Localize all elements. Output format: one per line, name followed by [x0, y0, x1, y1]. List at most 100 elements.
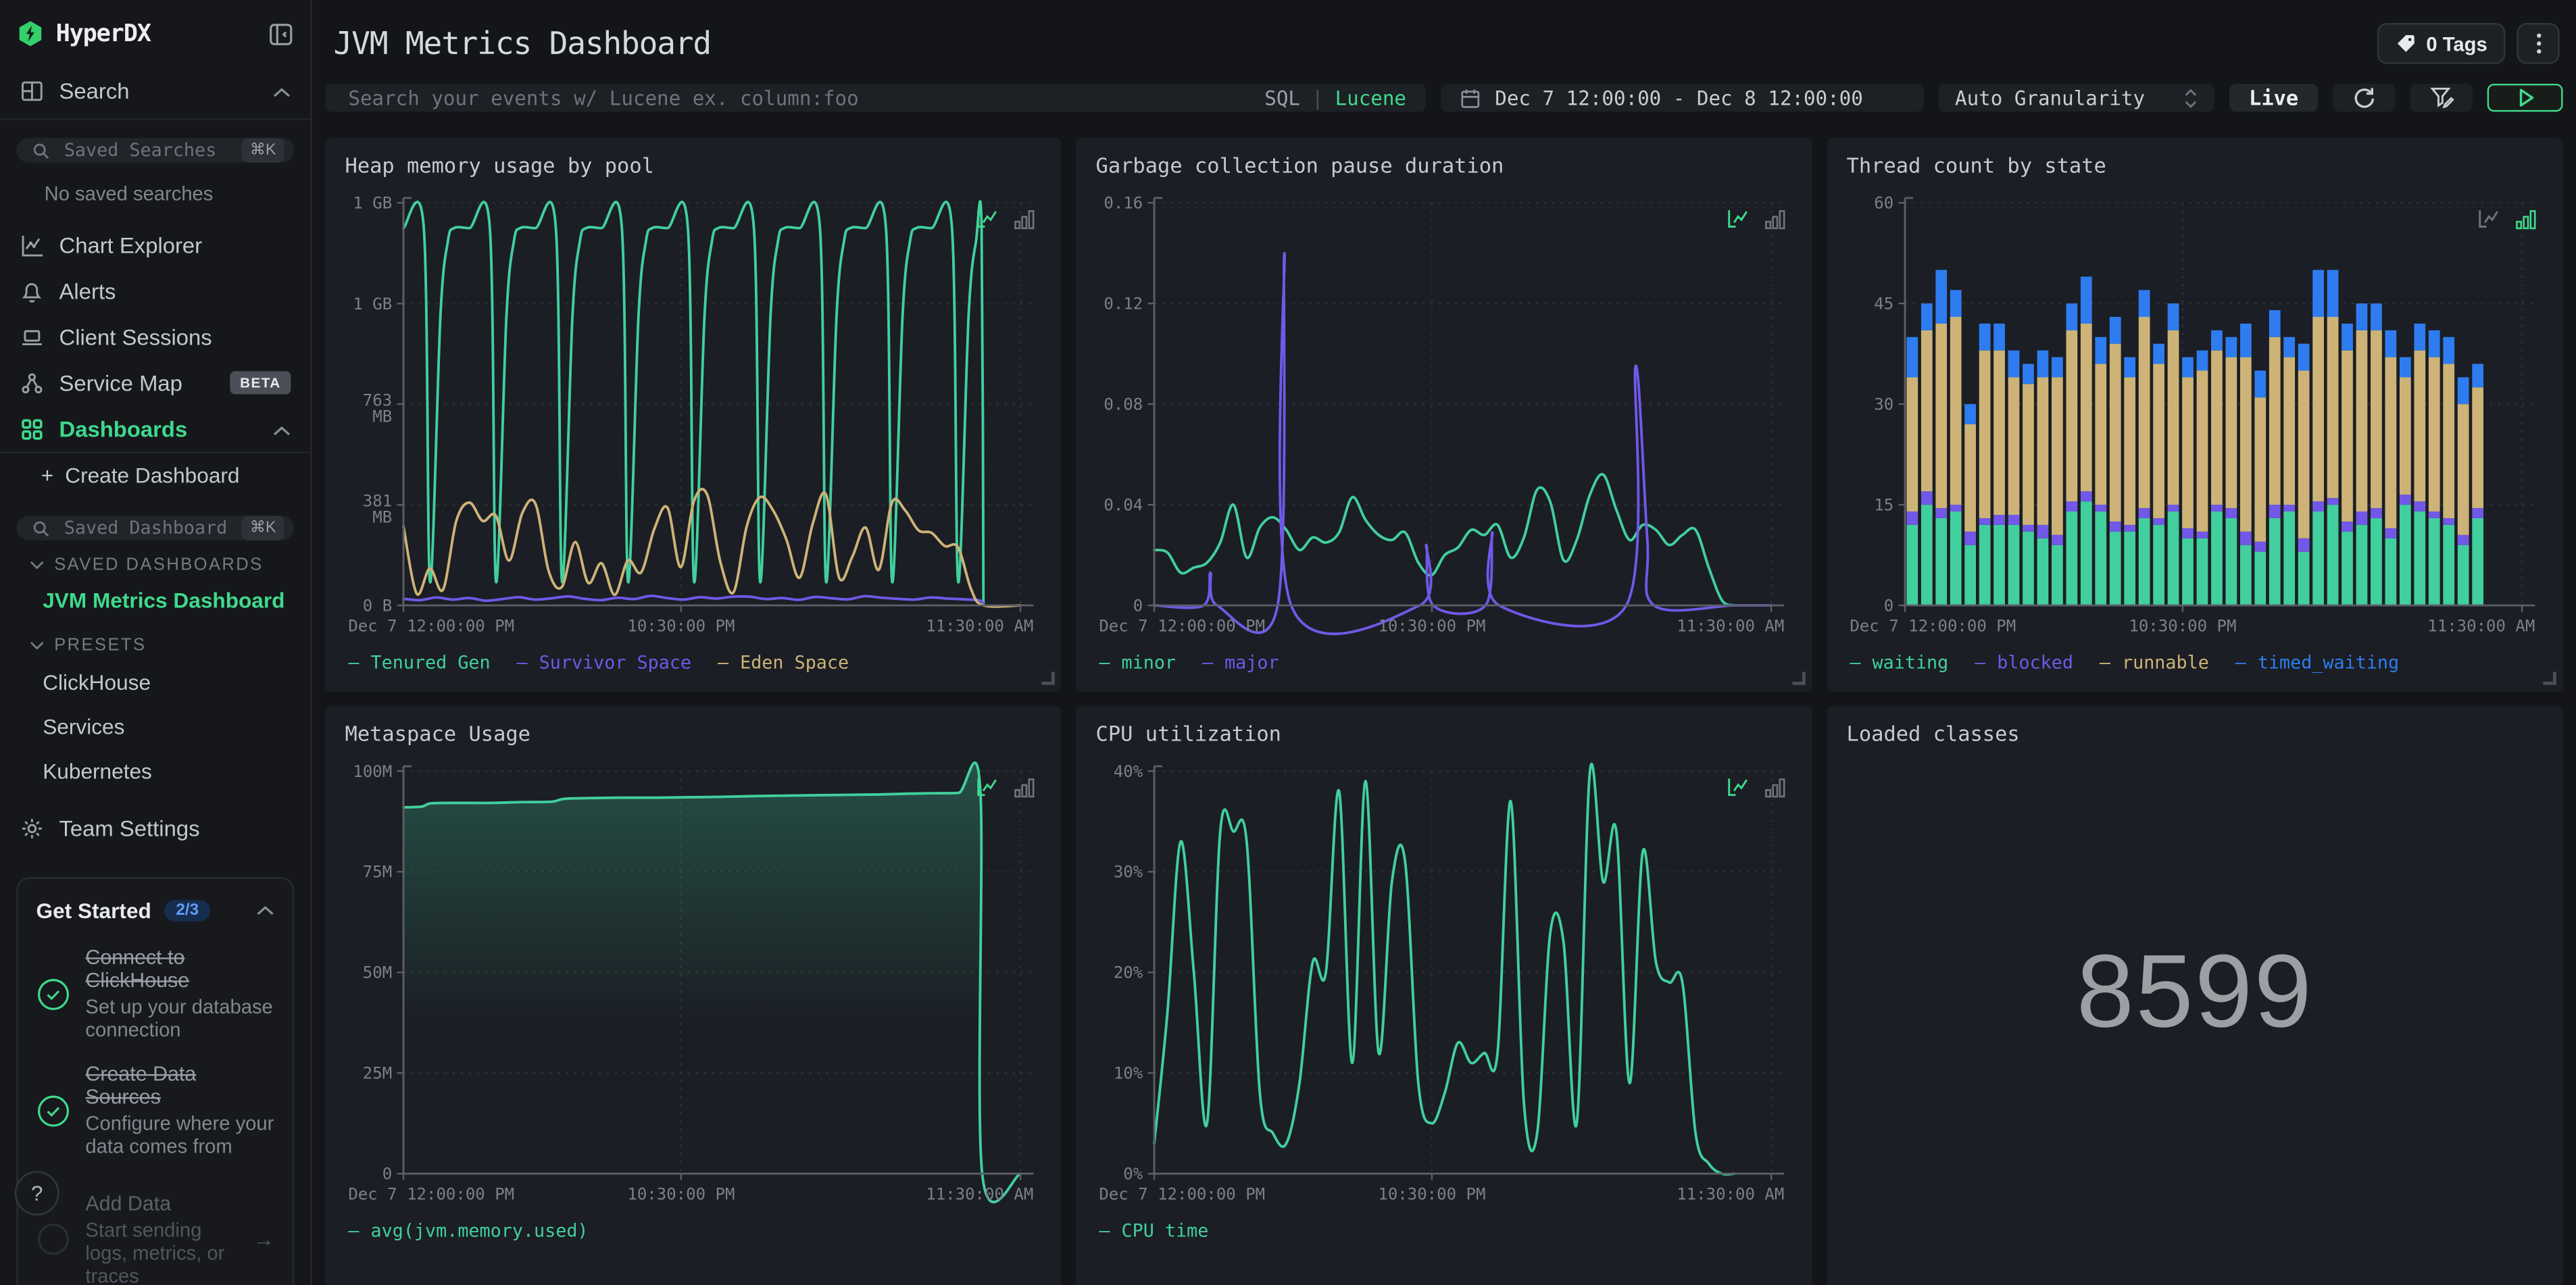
- task-desc: Start sending logs, metrics, or traces: [85, 1217, 225, 1285]
- task-create-data-sources[interactable]: Create Data Sources Configure where your…: [36, 1063, 274, 1159]
- svg-text:75M: 75M: [363, 863, 392, 882]
- lucene-toggle[interactable]: Lucene: [1335, 86, 1406, 109]
- svg-text:100M: 100M: [353, 762, 392, 781]
- hyperdx-logo-icon: [16, 20, 44, 47]
- panel-title: Thread count by state: [1846, 153, 2106, 178]
- panel-loaded-classes[interactable]: Loaded classes 8599: [1827, 706, 2563, 1285]
- saved-dashboards-field[interactable]: [60, 515, 232, 540]
- sidebar-item-chart-explorer[interactable]: Chart Explorer: [0, 222, 310, 268]
- sidebar-item-client-sessions[interactable]: Client Sessions: [0, 313, 310, 359]
- svg-text:1 GB: 1 GB: [353, 295, 392, 313]
- task-connect-clickhouse[interactable]: Connect to ClickHouse Set up your databa…: [36, 946, 274, 1042]
- dashboard-grid: Heap memory usage by pool 0 B 381 MB 763 MB 1…: [325, 138, 2563, 1285]
- svg-text:11:30:00 AM: 11:30:00 AM: [2427, 617, 2535, 636]
- bar-chart-icon[interactable]: [1014, 777, 1035, 807]
- brand-name: HyperDX: [55, 20, 151, 47]
- sidebar-item-search[interactable]: Search: [0, 64, 310, 118]
- event-search-box[interactable]: SQL | Lucene: [325, 83, 1427, 112]
- panel-cpu[interactable]: CPU utilization 0% 10% 20% 30% 40% Dec 7 12:0…: [1076, 706, 1812, 1285]
- svg-text:0.12: 0.12: [1104, 295, 1143, 313]
- svg-text:0: 0: [382, 1165, 392, 1184]
- task-add-data[interactable]: Add Data Start sending logs, metrics, or…: [36, 1192, 274, 1285]
- event-search-input[interactable]: [345, 84, 1252, 111]
- saved-dashboards-input[interactable]: ⌘K: [16, 515, 295, 540]
- task-title: Add Data: [85, 1192, 172, 1215]
- svg-text:30%: 30%: [1114, 863, 1143, 882]
- laptop-icon: [20, 324, 44, 349]
- search-icon: [31, 518, 51, 538]
- panel-metaspace[interactable]: Metaspace Usage 0 25M 50M 75M 100M Dec 7 12:0…: [325, 706, 1062, 1285]
- panel-thread-count[interactable]: Thread count by state 0 15 30 45 60 Dec 7 12:…: [1827, 138, 2563, 692]
- legend-item[interactable]: — Tenured Gen: [348, 652, 490, 674]
- line-chart-icon[interactable]: [2477, 209, 2502, 238]
- svg-text:Dec 7 12:00:00 PM: Dec 7 12:00:00 PM: [1099, 1185, 1265, 1204]
- task-desc: Set up your database connection: [85, 995, 273, 1042]
- calendar-icon: [1459, 86, 1482, 109]
- saved-searches-input[interactable]: ⌘K: [16, 138, 295, 163]
- sidebar-item-dashboards[interactable]: Dashboards: [0, 405, 310, 451]
- legend-item[interactable]: — Eden Space: [718, 652, 849, 674]
- legend-item[interactable]: — waiting: [1850, 652, 1948, 674]
- legend-item[interactable]: — runnable: [2100, 652, 2209, 674]
- panel-title: Metaspace Usage: [345, 721, 530, 746]
- granularity-value: Auto Granularity: [1955, 86, 2146, 109]
- search-icon: [31, 141, 51, 160]
- circle-icon: [36, 1223, 70, 1257]
- saved-searches-field[interactable]: [60, 138, 232, 163]
- tags-button[interactable]: 0 Tags: [2377, 23, 2506, 64]
- bar-chart-icon[interactable]: [2515, 209, 2537, 238]
- legend-item[interactable]: — Survivor Space: [517, 652, 692, 674]
- sidebar-item-service-map[interactable]: Service Map BETA: [0, 359, 310, 405]
- panel-heap-memory[interactable]: Heap memory usage by pool 0 B 381 MB 763 MB 1…: [325, 138, 1062, 692]
- toolbar: SQL | Lucene Dec 7 12:00:00 - Dec 8 12:0…: [325, 83, 2563, 112]
- presets-section[interactable]: PRESETS: [0, 621, 310, 660]
- legend-item[interactable]: — minor: [1099, 652, 1176, 674]
- line-chart-icon[interactable]: [976, 209, 1000, 238]
- check-circle-icon: [36, 1094, 70, 1128]
- thread-count-chart: 0 15 30 45 60 Dec 7 12:00:00 PM 10:30:00 PM 11:…: [1850, 194, 2535, 636]
- sidebar-item-clickhouse[interactable]: ClickHouse: [0, 660, 310, 705]
- saved-dashboards-section[interactable]: SAVED DASHBOARDS: [0, 540, 310, 580]
- legend-item[interactable]: — avg(jvm.memory.used): [348, 1220, 588, 1242]
- granularity-select[interactable]: Auto Granularity: [1938, 83, 2215, 112]
- live-button[interactable]: Live: [2229, 83, 2319, 112]
- svg-text:40%: 40%: [1114, 762, 1143, 781]
- more-options-button[interactable]: [2517, 23, 2560, 64]
- help-button[interactable]: ?: [14, 1171, 59, 1216]
- run-query-button[interactable]: [2487, 83, 2563, 112]
- line-chart-icon[interactable]: [1727, 209, 1751, 238]
- sidebar-item-alerts[interactable]: Alerts: [0, 268, 310, 313]
- task-title: Connect to ClickHouse: [85, 946, 190, 992]
- svg-text:10:30:00 PM: 10:30:00 PM: [627, 617, 735, 636]
- legend-item[interactable]: — timed_waiting: [2235, 652, 2399, 674]
- line-chart-icon[interactable]: [1727, 777, 1751, 807]
- bar-chart-icon[interactable]: [1764, 209, 1786, 238]
- task-desc: Configure where your data comes from: [85, 1112, 274, 1159]
- time-range-picker[interactable]: Dec 7 12:00:00 - Dec 8 12:00:00: [1441, 83, 1924, 112]
- svg-text:763MB: 763 MB: [363, 391, 392, 426]
- filter-button[interactable]: [2410, 83, 2473, 112]
- chevron-up-icon[interactable]: [256, 895, 274, 925]
- nav-label: Team Settings: [59, 816, 200, 841]
- bar-chart-icon[interactable]: [1014, 209, 1035, 238]
- create-dashboard-button[interactable]: + Create Dashboard: [0, 453, 310, 498]
- svg-text:20%: 20%: [1114, 963, 1143, 982]
- sidebar-item-kubernetes[interactable]: Kubernetes: [0, 749, 310, 794]
- time-range-value: Dec 7 12:00:00 - Dec 8 12:00:00: [1495, 86, 1863, 109]
- tag-icon: [2395, 33, 2417, 55]
- collapse-sidebar-icon[interactable]: [268, 20, 294, 47]
- legend-item[interactable]: — blocked: [1975, 652, 2073, 674]
- chart-explorer-icon: [20, 232, 44, 257]
- line-chart-icon[interactable]: [976, 777, 1000, 807]
- refresh-button[interactable]: [2333, 83, 2396, 112]
- metaspace-chart: 0 25M 50M 75M 100M Dec 7 12:00:00 PM 10:30:00 …: [348, 761, 1033, 1204]
- legend-item[interactable]: — CPU time: [1099, 1220, 1208, 1242]
- sidebar-item-jvm-dashboard[interactable]: JVM Metrics Dashboard: [0, 580, 310, 621]
- chart-legend: — waiting — blocked — runnable — timed_waiting: [1847, 652, 2544, 674]
- bar-chart-icon[interactable]: [1764, 777, 1786, 807]
- sidebar-item-services[interactable]: Services: [0, 705, 310, 749]
- panel-gc-pause[interactable]: Garbage collection pause duration 0 0.04 0…: [1076, 138, 1812, 692]
- legend-item[interactable]: — major: [1202, 652, 1279, 674]
- sql-toggle[interactable]: SQL: [1264, 86, 1300, 109]
- sidebar-item-team-settings[interactable]: Team Settings: [0, 816, 310, 841]
